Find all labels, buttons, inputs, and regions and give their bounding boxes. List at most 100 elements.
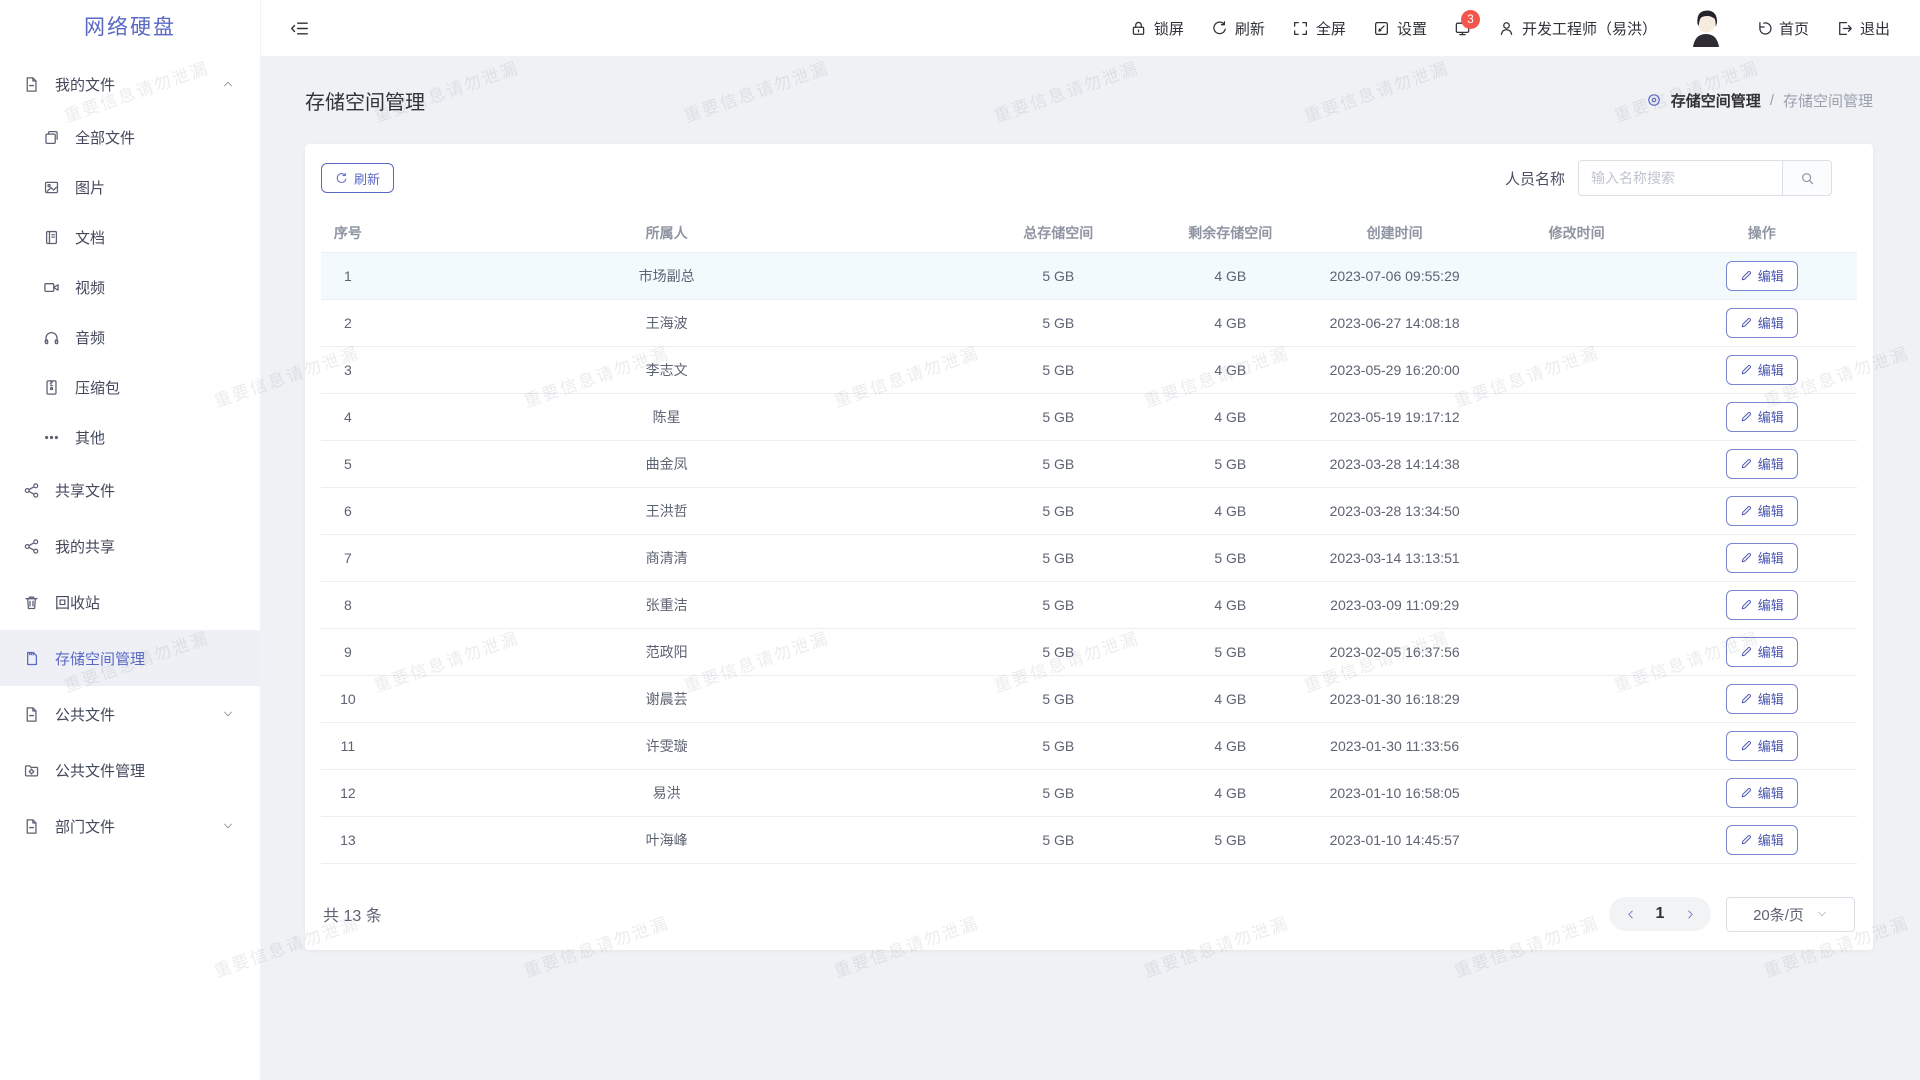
notifications-button[interactable]: 3 xyxy=(1454,20,1471,37)
edit-button[interactable]: 编辑 xyxy=(1726,308,1798,338)
sidebar-item-shared-files[interactable]: 共享文件 xyxy=(0,462,260,518)
sidebar-item-videos[interactable]: 视频 xyxy=(0,262,260,312)
user-menu[interactable]: 开发工程师（易洪） xyxy=(1498,18,1657,39)
cell-no: 4 xyxy=(321,393,375,440)
total-count: 共 13 条 xyxy=(323,902,382,926)
table-row: 13叶海峰5 GB5 GB2023-01-10 14:45:57编辑 xyxy=(321,816,1857,863)
edit-button-label: 编辑 xyxy=(1758,595,1784,614)
sidebar-item-label: 图片 xyxy=(75,177,105,198)
cell-remaining: 4 GB xyxy=(1158,252,1302,299)
next-page-button[interactable] xyxy=(1679,903,1701,925)
cell-owner: 商清清 xyxy=(375,534,959,581)
cell-actions: 编辑 xyxy=(1667,440,1858,487)
storage-table-card: 刷新 人员名称 序号所属人总存储空间剩余存储空间创建时间修改时间操作 1市场副总… xyxy=(305,144,1873,950)
search-input[interactable] xyxy=(1578,160,1782,196)
sidebar-item-label: 部门文件 xyxy=(55,816,115,837)
cell-no: 5 xyxy=(321,440,375,487)
edit-button-label: 编辑 xyxy=(1758,642,1784,661)
edit-button[interactable]: 编辑 xyxy=(1726,825,1798,855)
lock-screen-button[interactable]: 锁屏 xyxy=(1130,18,1184,39)
cell-total: 5 GB xyxy=(958,346,1158,393)
prev-page-button[interactable] xyxy=(1619,903,1641,925)
table-row: 7商清清5 GB5 GB2023-03-14 13:13:51编辑 xyxy=(321,534,1857,581)
user-avatar[interactable] xyxy=(1684,6,1728,50)
edit-button[interactable]: 编辑 xyxy=(1726,590,1798,620)
column-header: 创建时间 xyxy=(1302,215,1486,252)
sidebar-item-recycle-bin[interactable]: 回收站 xyxy=(0,574,260,630)
sidebar-item-public-files-management[interactable]: 公共文件管理 xyxy=(0,742,260,798)
sidebar-item-label: 共享文件 xyxy=(55,480,115,501)
page-size-select[interactable]: 20条/页 xyxy=(1726,897,1855,932)
image-icon xyxy=(43,179,60,196)
cell-no: 9 xyxy=(321,628,375,675)
edit-button[interactable]: 编辑 xyxy=(1726,449,1798,479)
sidebar-item-public-files[interactable]: 公共文件 xyxy=(0,686,260,742)
pencil-icon xyxy=(1740,598,1753,611)
pencil-icon xyxy=(1740,316,1753,329)
search-button[interactable] xyxy=(1782,160,1832,196)
cell-owner: 谢晨芸 xyxy=(375,675,959,722)
cell-remaining: 4 GB xyxy=(1158,393,1302,440)
table-refresh-button[interactable]: 刷新 xyxy=(321,163,394,193)
sidebar-item-audio[interactable]: 音频 xyxy=(0,312,260,362)
refresh-page-button[interactable]: 刷新 xyxy=(1211,18,1265,39)
column-header: 操作 xyxy=(1667,215,1858,252)
edit-button[interactable]: 编辑 xyxy=(1726,402,1798,432)
share-icon xyxy=(23,482,40,499)
sidebar-item-my-files[interactable]: 我的文件 xyxy=(0,56,260,112)
logout-button[interactable]: 退出 xyxy=(1836,18,1890,39)
edit-button[interactable]: 编辑 xyxy=(1726,261,1798,291)
sidebar-item-my-shares[interactable]: 我的共享 xyxy=(0,518,260,574)
sidebar-item-storage-management[interactable]: 存储空间管理 xyxy=(0,630,260,686)
table-row: 6王洪哲5 GB4 GB2023-03-28 13:34:50编辑 xyxy=(321,487,1857,534)
chevron-down-icon xyxy=(222,820,234,832)
document-icon xyxy=(23,818,40,835)
page-controls: 1 xyxy=(1609,897,1711,931)
edit-button[interactable]: 编辑 xyxy=(1726,637,1798,667)
cell-no: 12 xyxy=(321,769,375,816)
edit-button-label: 编辑 xyxy=(1758,548,1784,567)
edit-button[interactable]: 编辑 xyxy=(1726,731,1798,761)
sidebar-item-label: 存储空间管理 xyxy=(55,648,145,669)
page-subheader: 存储空间管理 存储空间管理 / 存储空间管理 xyxy=(305,56,1873,144)
pencil-icon xyxy=(1740,833,1753,846)
pencil-icon xyxy=(1740,269,1753,282)
cell-actions: 编辑 xyxy=(1667,487,1858,534)
table-row: 10谢晨芸5 GB4 GB2023-01-30 16:18:29编辑 xyxy=(321,675,1857,722)
files-icon xyxy=(43,129,60,146)
sidebar-item-images[interactable]: 图片 xyxy=(0,162,260,212)
sidebar-item-all-files[interactable]: 全部文件 xyxy=(0,112,260,162)
edit-button[interactable]: 编辑 xyxy=(1726,778,1798,808)
sidebar-item-others[interactable]: 其他 xyxy=(0,412,260,462)
sidebar-item-department-files[interactable]: 部门文件 xyxy=(0,798,260,854)
home-button[interactable]: 首页 xyxy=(1755,18,1809,39)
column-header: 总存储空间 xyxy=(958,215,1158,252)
cell-modified xyxy=(1487,722,1667,769)
edit-button[interactable]: 编辑 xyxy=(1726,496,1798,526)
settings-button[interactable]: 设置 xyxy=(1373,18,1427,39)
edit-button[interactable]: 编辑 xyxy=(1726,543,1798,573)
cell-total: 5 GB xyxy=(958,722,1158,769)
edit-button-label: 编辑 xyxy=(1758,830,1784,849)
cell-modified xyxy=(1487,816,1667,863)
cell-remaining: 5 GB xyxy=(1158,628,1302,675)
app-root: 网络硬盘 我的文件全部文件图片文档视频音频压缩包其他共享文件我的共享回收站存储空… xyxy=(0,0,1920,1080)
document-icon xyxy=(23,706,40,723)
fullscreen-button[interactable]: 全屏 xyxy=(1292,18,1346,39)
sidebar-item-archives[interactable]: 压缩包 xyxy=(0,362,260,412)
current-page[interactable]: 1 xyxy=(1647,905,1673,923)
edit-button[interactable]: 编辑 xyxy=(1726,355,1798,385)
edit-button-label: 编辑 xyxy=(1758,360,1784,379)
cell-no: 10 xyxy=(321,675,375,722)
sidebar-item-documents[interactable]: 文档 xyxy=(0,212,260,262)
cell-owner: 叶海峰 xyxy=(375,816,959,863)
breadcrumb-item-first[interactable]: 存储空间管理 xyxy=(1671,90,1761,111)
collapse-sidebar-icon[interactable] xyxy=(290,19,309,38)
edit-button[interactable]: 编辑 xyxy=(1726,684,1798,714)
table-footer: 共 13 条 1 20条/页 xyxy=(321,897,1857,932)
table-row: 11许雯璇5 GB4 GB2023-01-30 11:33:56编辑 xyxy=(321,722,1857,769)
cell-actions: 编辑 xyxy=(1667,299,1858,346)
pencil-icon xyxy=(1740,457,1753,470)
cell-modified xyxy=(1487,534,1667,581)
storage-table: 序号所属人总存储空间剩余存储空间创建时间修改时间操作 1市场副总5 GB4 GB… xyxy=(321,215,1857,864)
